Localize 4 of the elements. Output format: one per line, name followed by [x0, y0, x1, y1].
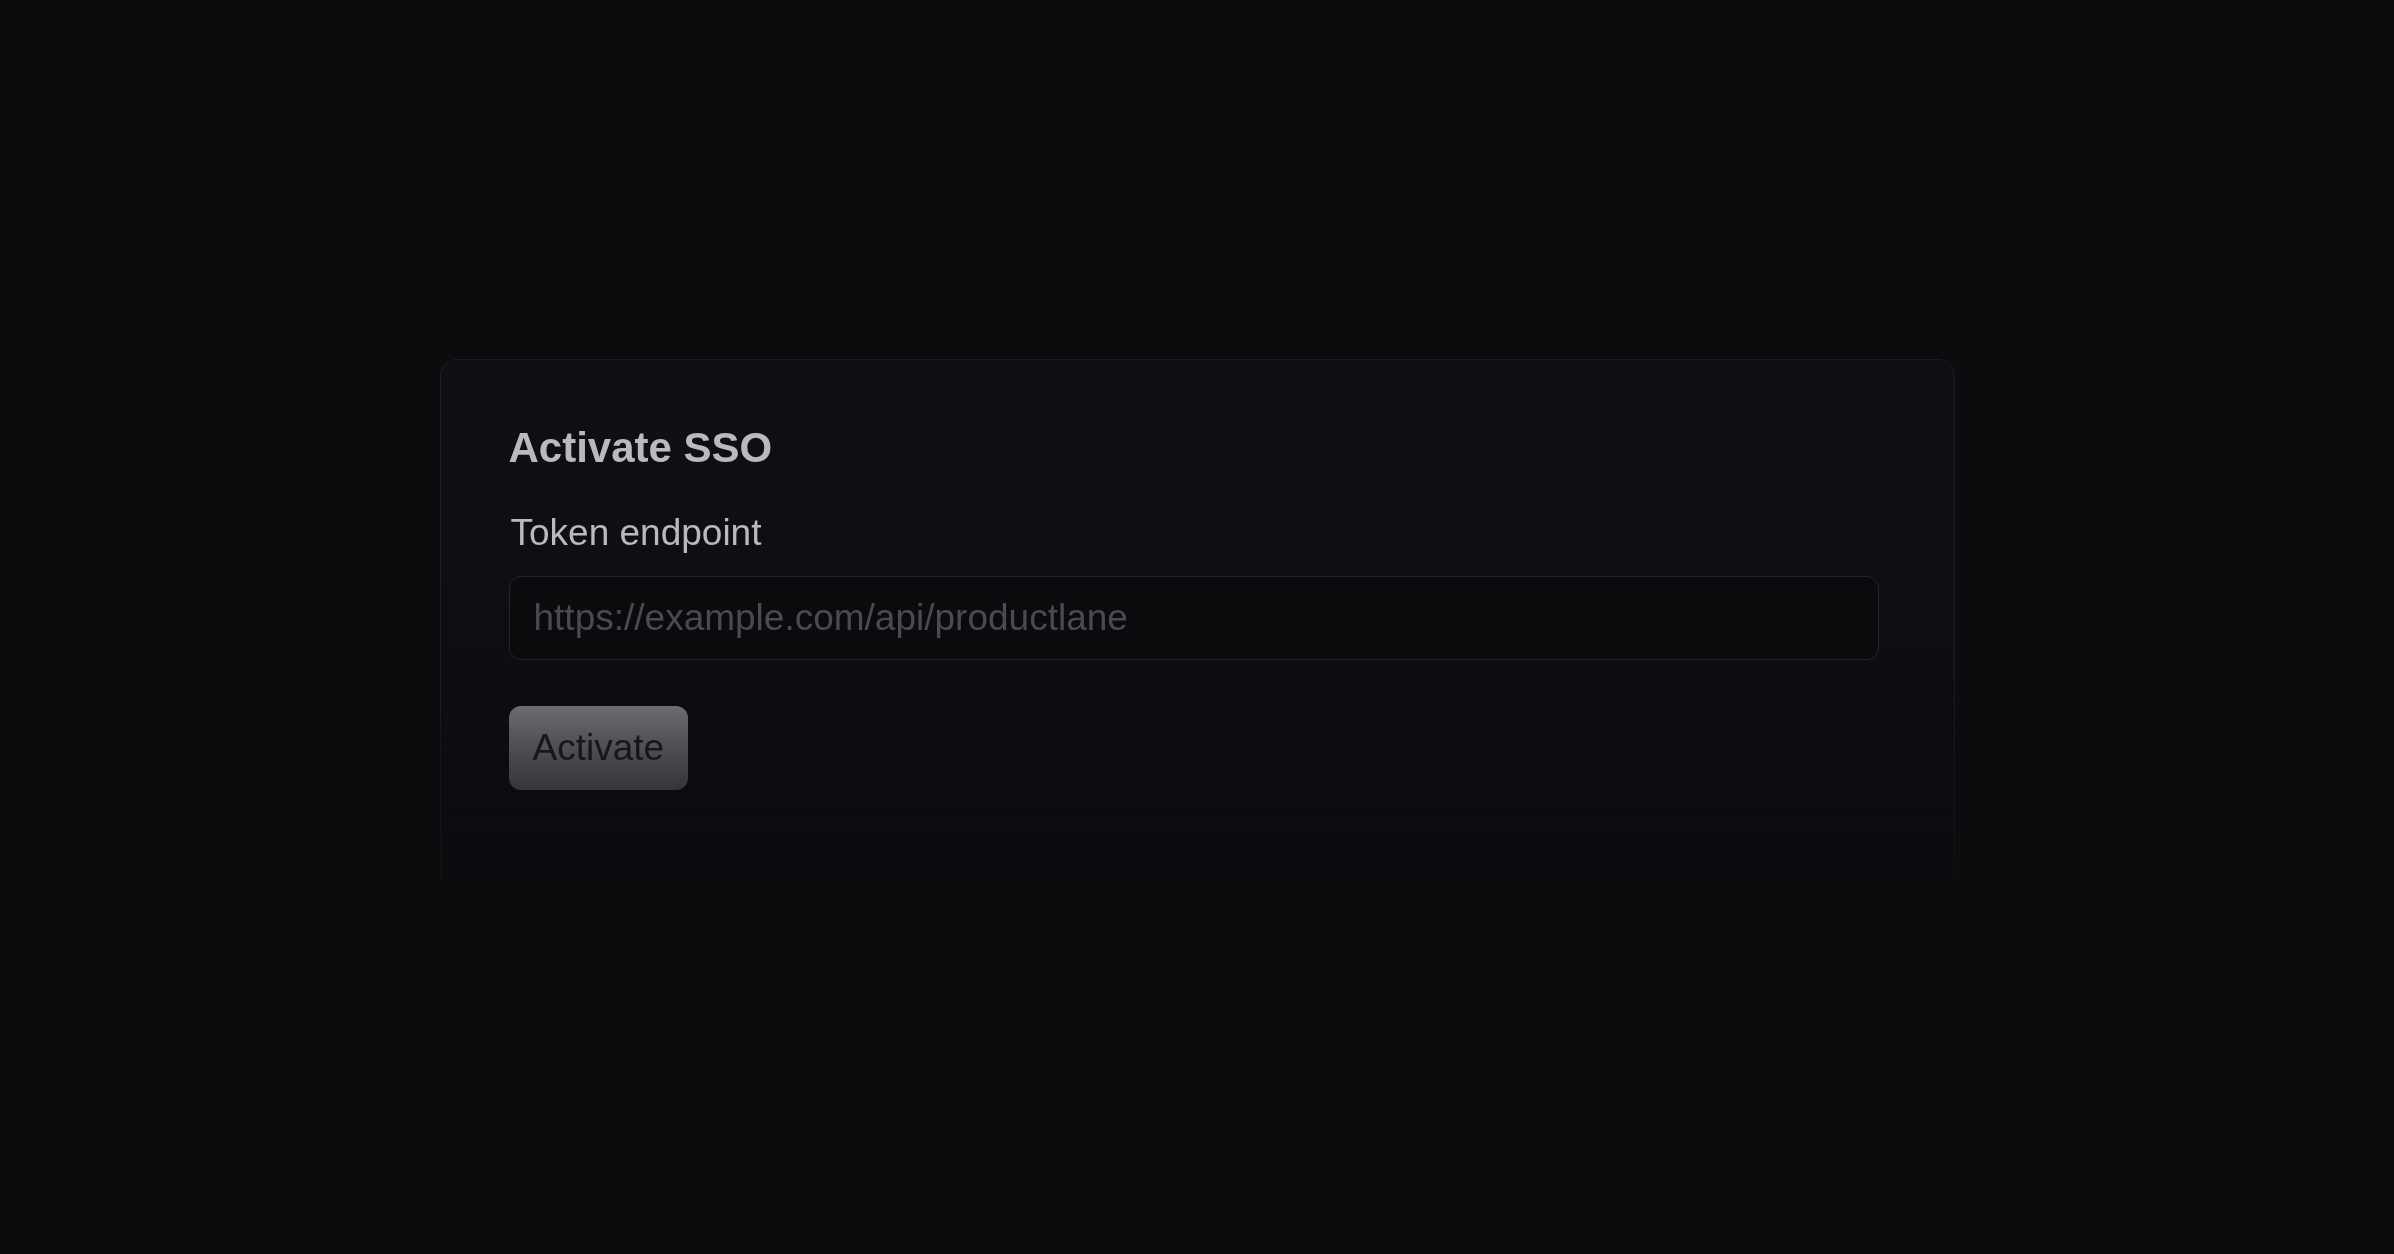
- activate-button[interactable]: Activate: [508, 706, 689, 790]
- input-field[interactable]: https://example.com/api/productlane: [508, 576, 1879, 660]
- field-label: Token endpoint: [510, 512, 762, 554]
- card-title: Activate SSO: [508, 424, 773, 472]
